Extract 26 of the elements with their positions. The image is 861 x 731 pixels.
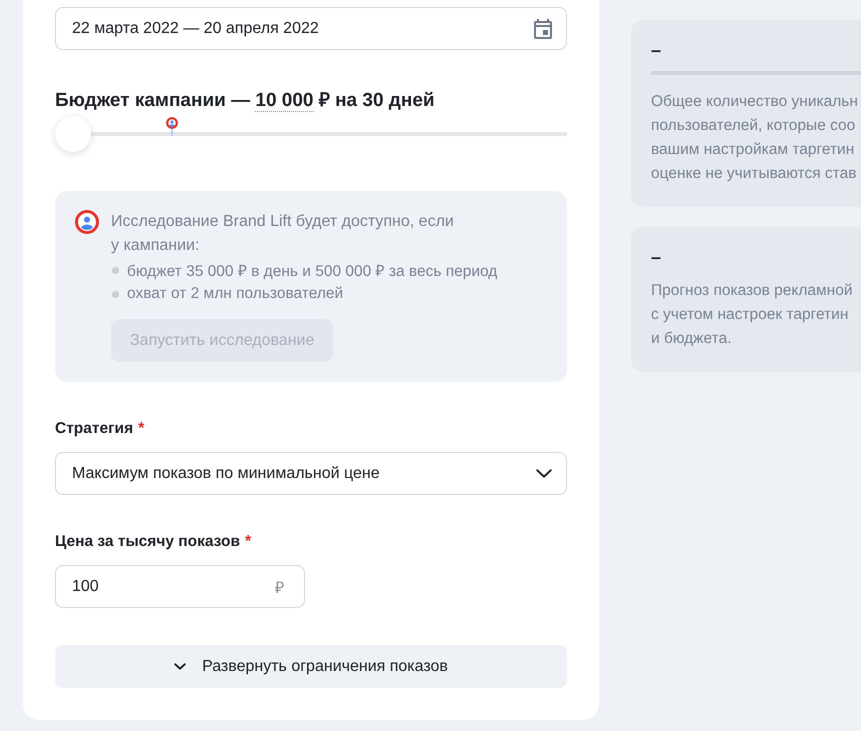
expand-limits-button[interactable]: Развернуть ограничения показов	[55, 645, 567, 688]
slider-thumb[interactable]	[55, 116, 91, 152]
chevron-down-icon	[536, 469, 552, 478]
strategy-select[interactable]: Максимум показов по минимальной цене	[55, 452, 567, 495]
chevron-down-icon	[174, 663, 186, 670]
forecast-description: Прогноз показов рекламной с учетом настроек таргетин и бюджета.	[651, 281, 852, 349]
budget-title: Бюджет кампании — 10 000 ₽ на 30 дней	[55, 89, 436, 114]
condition-text: охват от 2 млн пользователей	[127, 285, 344, 303]
bullet-icon	[112, 266, 119, 274]
brand-lift-marker-icon	[166, 117, 178, 136]
bullet-icon	[112, 290, 119, 298]
brand-lift-text: Исследование Brand Lift будет доступно, если у кампании:	[111, 212, 455, 256]
forecast-value: –	[651, 246, 662, 269]
currency-sign: ₽	[275, 578, 284, 598]
required-mark: *	[138, 419, 144, 439]
forecast-value: –	[651, 39, 662, 62]
field-label: Цена за тысячу показов	[55, 532, 240, 552]
forecast-description: Общее количество уникальн пользователей, которые соо вашим настройкам таргетин оценке не учитываются став	[651, 92, 858, 184]
brand-lift-icon	[75, 210, 99, 234]
field-label: Стратегия	[55, 419, 134, 439]
condition-text: бюджет 35 000 ₽ в день и 500 000 ₽ за весь период	[127, 262, 498, 281]
required-mark: *	[244, 532, 252, 552]
price-input[interactable]: 100 ₽	[55, 565, 305, 608]
budget-amount-link[interactable]: 10 000	[255, 90, 314, 112]
date-range-field[interactable]: 22 марта 2022 — 20 апреля 2022	[55, 7, 567, 50]
calendar-icon	[534, 18, 552, 38]
